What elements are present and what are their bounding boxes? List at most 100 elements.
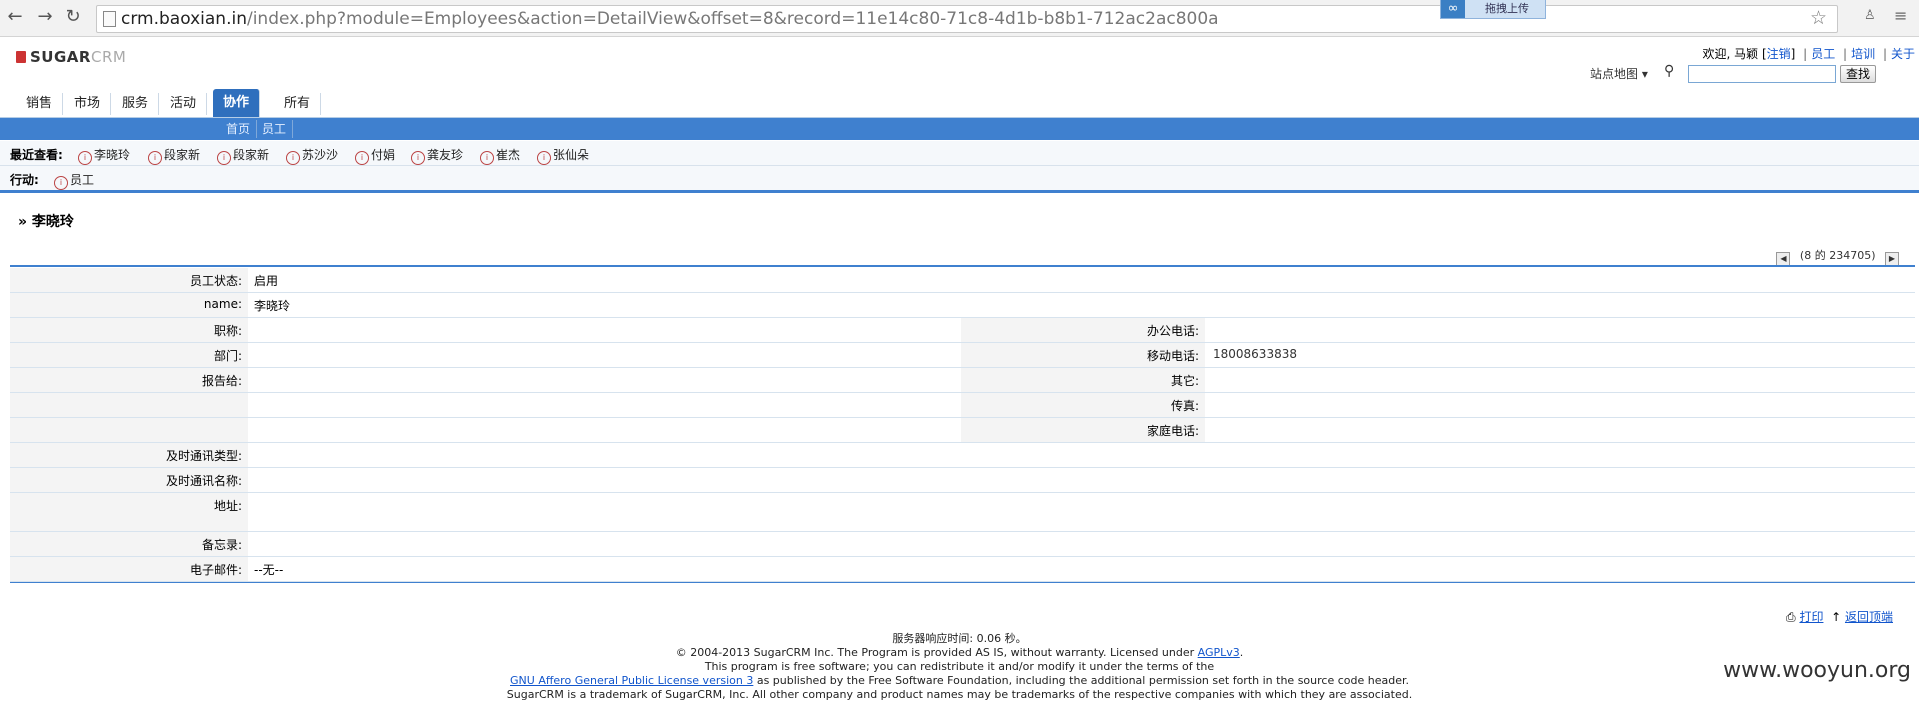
logout-link[interactable]: 注销 <box>1767 47 1791 61</box>
actions-bar: 行动: i 员工 <box>0 166 1919 193</box>
record-title: » 李晓玲 <box>18 214 74 230</box>
print-icon: ⎙ <box>1786 610 1796 624</box>
recent-item[interactable]: i 李晓玲 <box>78 146 130 165</box>
employee-icon: i <box>411 151 425 165</box>
top-user-links: 欢迎, 马颖 [注销] | 员工 | 培训 | 关于 <box>1702 47 1916 61</box>
mobile-phone-label: 移动电话: <box>961 343 1205 367</box>
tab-marketing[interactable]: 市场 <box>64 93 112 115</box>
recent-item[interactable]: i 龚友珍 <box>411 146 463 165</box>
agpl-link[interactable]: AGPLv3 <box>1198 646 1240 659</box>
browser-toolbar: ← → ↻ crm.baoxian.in/index.php?module=Em… <box>0 0 1919 37</box>
watermark: www.wooyun.org <box>1723 658 1911 683</box>
chevron-down-icon: ▾ <box>1641 67 1648 81</box>
pager-text: (8 的 234705) <box>1799 249 1876 262</box>
recent-item[interactable]: i 段家新 <box>148 146 200 165</box>
job-title-label: 职称: <box>10 318 248 342</box>
drag-upload-button[interactable]: ∞ 拖拽上传 <box>1440 0 1546 19</box>
im-name-label: 及时通讯名称: <box>10 468 248 492</box>
reload-icon[interactable]: ↻ <box>62 6 84 28</box>
tab-activities[interactable]: 活动 <box>160 93 208 115</box>
sugarcrm-logo[interactable]: SUGARCRM <box>16 48 126 66</box>
employee-icon: i <box>148 151 162 165</box>
recent-item[interactable]: i 张仙朵 <box>537 146 589 165</box>
employee-icon: i <box>54 176 68 190</box>
print-link[interactable]: 打印 <box>1799 610 1823 624</box>
welcome-text: 欢迎, 马颖 <box>1702 47 1759 61</box>
field-row-status: 员工状态: 启用 <box>10 268 1915 293</box>
address-bar[interactable]: crm.baoxian.in/index.php?module=Employee… <box>96 5 1838 33</box>
url-host: crm.baoxian.in <box>121 9 247 29</box>
name-value: 李晓玲 <box>254 299 291 313</box>
fax-label: 传真: <box>961 393 1205 417</box>
link-icon: ∞ <box>1441 0 1465 18</box>
field-row-email: 电子邮件: --无-- <box>10 557 1915 582</box>
recent-item[interactable]: i 付娟 <box>355 146 395 165</box>
employee-icon: i <box>355 151 369 165</box>
footer-links: ⎙ 打印 ↑ 返回顶端 <box>1786 608 1893 625</box>
action-employees[interactable]: i 员工 <box>54 171 94 190</box>
field-row-title: 职称: 办公电话: <box>10 318 1915 343</box>
recent-item[interactable]: i 崔杰 <box>480 146 520 165</box>
reports-to-label: 报告给: <box>10 368 248 392</box>
recently-viewed-bar: 最近查看: i 李晓玲 i 段家新 i 段家新 i 苏沙沙 i 付娟 i 龚友珍 i 崔杰 i… <box>0 141 1919 166</box>
recent-label: 最近查看: <box>10 148 63 162</box>
search-input[interactable] <box>1688 65 1836 83</box>
gnu-license-link[interactable]: GNU Affero General Public License versio… <box>510 674 753 687</box>
search-icon: ⚲ <box>1664 63 1675 79</box>
status-label: 员工状态: <box>10 268 248 292</box>
back-icon[interactable]: ← <box>4 6 26 28</box>
tab-collaboration[interactable]: 协作 <box>213 89 261 117</box>
home-phone-label: 家庭电话: <box>961 418 1205 442</box>
module-tabs: 销售 市场 服务 活动 协作 所有 <box>0 89 1919 118</box>
recent-item[interactable]: i 苏沙沙 <box>286 146 338 165</box>
field-row-fax: 传真: <box>10 393 1915 418</box>
logo-cube-icon <box>16 51 26 63</box>
logo-crm-text: CRM <box>90 48 127 66</box>
employee-icon: i <box>537 151 551 165</box>
other-phone-label: 其它: <box>961 368 1205 392</box>
tab-sales[interactable]: 销售 <box>16 93 64 115</box>
notes-label: 备忘录: <box>10 532 248 556</box>
subtab-employees[interactable]: 员工 <box>256 120 294 138</box>
upload-label: 拖拽上传 <box>1485 2 1529 15</box>
subtab-bar: 首页 员工 <box>0 118 1919 140</box>
bookmark-star-icon[interactable]: ☆ <box>1810 7 1827 29</box>
next-record-icon[interactable]: ▶ <box>1885 252 1899 266</box>
tab-service[interactable]: 服务 <box>112 93 160 115</box>
email-label: 电子邮件: <box>10 557 248 581</box>
field-row-notes: 备忘录: <box>10 532 1915 557</box>
back-to-top-link[interactable]: 返回顶端 <box>1845 610 1893 624</box>
gnu-line: GNU Affero General Public License versio… <box>510 674 1409 687</box>
forward-icon[interactable]: → <box>34 6 56 28</box>
training-link[interactable]: 培训 <box>1851 47 1875 61</box>
page-icon <box>103 11 116 27</box>
employee-icon: i <box>286 151 300 165</box>
record-pager: ◀ (8 的 234705) ▶ <box>1776 247 1899 266</box>
recent-item[interactable]: i 段家新 <box>217 146 269 165</box>
name-label: name: <box>10 293 248 317</box>
previous-record-icon[interactable]: ◀ <box>1776 252 1791 266</box>
field-row-home-phone: 家庭电话: <box>10 418 1915 443</box>
department-label: 部门: <box>10 343 248 367</box>
subtab-home[interactable]: 首页 <box>220 120 258 138</box>
employees-link[interactable]: 员工 <box>1811 47 1835 61</box>
field-row-im-name: 及时通讯名称: <box>10 468 1915 493</box>
empty-label <box>10 418 248 442</box>
menu-icon[interactable]: ≡ <box>1894 6 1907 25</box>
field-row-name: name: 李晓玲 <box>10 293 1915 318</box>
employee-icon: i <box>480 151 494 165</box>
response-time: 服务器响应时间: 0.06 秒。 <box>892 632 1027 645</box>
sitemap-dropdown[interactable]: 站点地图 ▾ <box>1590 65 1648 82</box>
url-path: /index.php?module=Employees&action=Detai… <box>246 9 1219 29</box>
employee-icon: i <box>78 151 92 165</box>
about-link[interactable]: 关于 <box>1891 47 1915 61</box>
address-label: 地址: <box>10 493 248 531</box>
field-row-address: 地址: <box>10 493 1915 532</box>
office-phone-label: 办公电话: <box>961 318 1205 342</box>
footer: 服务器响应时间: 0.06 秒。 © 2004-2013 SugarCRM In… <box>0 632 1919 702</box>
search-button[interactable]: 查找 <box>1840 65 1877 83</box>
employee-icon: i <box>217 151 231 165</box>
user-icon[interactable]: ♙ <box>1864 8 1876 23</box>
url-text: crm.baoxian.in/index.php?module=Employee… <box>121 9 1219 29</box>
tab-all[interactable]: 所有 <box>274 93 322 115</box>
